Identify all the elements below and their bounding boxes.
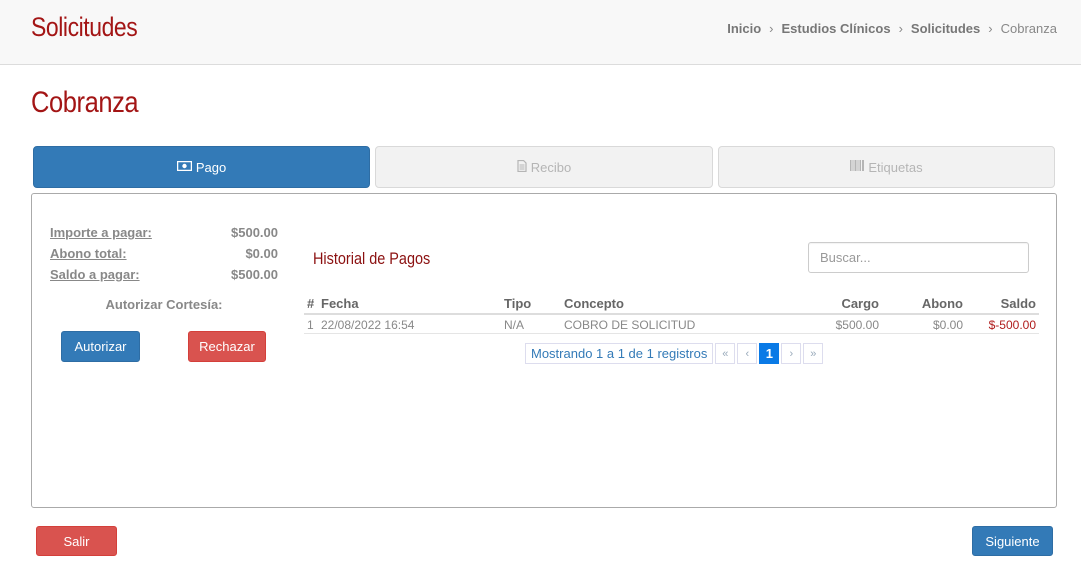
cell-num: 1 [307,318,314,332]
importe-value: $500.00 [231,225,278,240]
abono-label: Abono total: [50,246,127,261]
search-placeholder: Buscar... [820,250,871,265]
table-row[interactable]: 1 22/08/2022 16:54 N/A COBRO DE SOLICITU… [304,315,1039,334]
tab-etiquetas[interactable]: Etiquetas [718,146,1055,188]
abono-value: $0.00 [245,246,278,261]
breadcrumb-separator-icon: › [898,21,903,36]
breadcrumb-separator-icon: › [988,21,993,36]
breadcrumb: Inicio › Estudios Clínicos › Solicitudes… [727,21,1057,36]
cell-saldo: $-500.00 [988,318,1036,332]
pagination-info: Mostrando 1 a 1 de 1 registros [525,343,714,364]
tab-recibo[interactable]: Recibo [375,146,713,188]
abono-row: Abono total: $0.00 [50,243,278,264]
tab-etiquetas-label: Etiquetas [868,159,923,175]
cell-tipo: N/A [504,318,525,332]
next-page-button[interactable]: › [781,343,802,364]
payments-table: # Fecha Tipo Concepto Cargo Abono Saldo … [304,293,1039,334]
saldo-label: Saldo a pagar: [50,267,140,282]
last-page-button[interactable]: » [803,343,824,364]
column-header-cargo[interactable]: Cargo [841,296,879,311]
tab-recibo-label: Recibo [530,159,572,175]
exit-button[interactable]: Salir [36,526,117,556]
document-icon [517,159,527,175]
tab-pago-label: Pago [195,159,227,175]
breadcrumb-cobranza: Cobranza [1000,21,1057,36]
next-button[interactable]: Siguiente [972,526,1053,556]
breadcrumb-separator-icon: › [769,21,774,36]
prev-page-button[interactable]: ‹ [737,343,758,364]
column-header-fecha[interactable]: Fecha [321,296,359,311]
saldo-value: $500.00 [231,267,278,282]
pagination: Mostrando 1 a 1 de 1 registros « ‹ 1 › » [525,343,824,364]
search-input[interactable]: Buscar... [808,242,1029,273]
money-icon [176,160,193,174]
column-header-saldo[interactable]: Saldo [1001,296,1036,311]
importe-row: Importe a pagar: $500.00 [50,222,278,243]
cell-abono: $0.00 [932,318,963,332]
first-page-button[interactable]: « [715,343,736,364]
column-header-num[interactable]: # [307,296,314,311]
reject-button[interactable]: Rechazar [188,331,266,362]
breadcrumb-solicitudes[interactable]: Solicitudes [911,21,980,36]
breadcrumb-estudios-clinicos[interactable]: Estudios Clínicos [782,21,891,36]
saldo-row: Saldo a pagar: $500.00 [50,264,278,285]
breadcrumb-inicio[interactable]: Inicio [727,21,761,36]
importe-label: Importe a pagar: [50,225,152,240]
wizard-tabs: Pago Recibo Etiquetas [33,146,1055,188]
column-header-concepto[interactable]: Concepto [564,296,624,311]
cortesia-label: Autorizar Cortesía: [105,297,223,312]
historial-title: Historial de Pagos [313,249,431,268]
page-title: Cobranza [31,86,139,119]
cell-cargo: $500.00 [835,318,879,332]
table-header: # Fecha Tipo Concepto Cargo Abono Saldo [304,293,1039,315]
column-header-abono[interactable]: Abono [922,296,963,311]
authorize-button[interactable]: Autorizar [61,331,140,362]
column-header-tipo[interactable]: Tipo [504,296,531,311]
cell-fecha: 22/08/2022 16:54 [321,318,415,332]
payment-summary: Importe a pagar: $500.00 Abono total: $0… [50,222,278,285]
cell-concepto: COBRO DE SOLICITUD [564,318,696,332]
page-1-button[interactable]: 1 [759,343,780,364]
top-header: Solicitudes Inicio › Estudios Clínicos ›… [0,0,1081,65]
tab-pago[interactable]: Pago [33,146,370,188]
barcode-icon [850,160,865,174]
payment-panel: Importe a pagar: $500.00 Abono total: $0… [31,193,1057,508]
app-title: Solicitudes [31,12,138,42]
